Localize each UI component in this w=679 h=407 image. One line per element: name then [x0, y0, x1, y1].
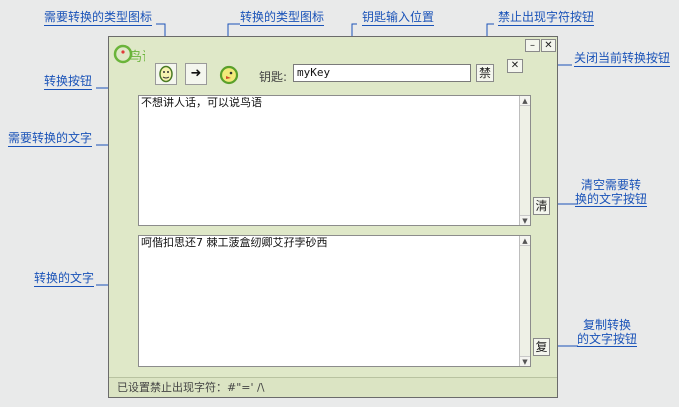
annotation-copy-line1: 复制转换: [582, 318, 631, 332]
annotation-key-input: 钥匙输入位置: [362, 10, 435, 26]
output-text: 呵偕扣思还7 棘工菠盒纫卿艾孖孛砂西: [141, 237, 328, 249]
app-window: 鸟语 – ✕ ➜ 钥匙: myKey 禁 ✕ 不想讲人话，可以说鸟语 ▲ ▼ 清: [108, 36, 558, 398]
scroll-up-icon[interactable]: ▲: [520, 96, 530, 106]
app-logo: 鸟语: [113, 43, 155, 65]
scroll-down-icon[interactable]: ▼: [520, 356, 530, 366]
source-type-button[interactable]: [155, 63, 177, 85]
annotation-target-type-icon: 转换的类型图标: [240, 10, 325, 26]
logo-text: 鸟语: [129, 49, 145, 65]
target-type-button[interactable]: [217, 63, 239, 85]
scroll-up-icon[interactable]: ▲: [520, 236, 530, 246]
source-textarea[interactable]: 不想讲人话，可以说鸟语 ▲ ▼: [138, 95, 531, 226]
key-label: 钥匙:: [259, 70, 288, 84]
copy-button[interactable]: 复: [533, 338, 550, 356]
output-scrollbar[interactable]: ▲ ▼: [519, 236, 530, 366]
minimize-button[interactable]: –: [525, 39, 540, 52]
bird-icon: [219, 65, 239, 85]
annotation-close-conversion-button: 关闭当前转换按钮: [574, 51, 671, 67]
annotation-copy-button: 复制转换 的文字按钮: [572, 318, 642, 347]
source-text: 不想讲人话，可以说鸟语: [141, 97, 262, 109]
annotation-source-type-icon: 需要转换的类型图标: [44, 10, 153, 26]
source-scrollbar[interactable]: ▲ ▼: [519, 96, 530, 225]
annotation-ban-chars-button: 禁止出现字符按钮: [498, 10, 595, 26]
annotation-clear-line2: 换的文字按钮: [574, 192, 647, 207]
scroll-down-icon[interactable]: ▼: [520, 215, 530, 225]
window-close-button[interactable]: ✕: [541, 39, 556, 52]
ban-chars-button[interactable]: 禁: [476, 64, 494, 82]
face-icon: [159, 65, 173, 83]
annotation-copy-line2: 的文字按钮: [576, 332, 637, 347]
output-textarea[interactable]: 呵偕扣思还7 棘工菠盒纫卿艾孖孛砂西 ▲ ▼: [138, 235, 531, 367]
annotation-converted-text: 转换的文字: [34, 271, 95, 287]
convert-button[interactable]: ➜: [185, 63, 207, 85]
status-bar: 已设置禁止出现字符：#"=' /\: [109, 377, 557, 397]
bird-logo-icon: 鸟语: [113, 44, 155, 65]
annotation-clear-line1: 清空需要转: [580, 178, 641, 192]
clear-button[interactable]: 清: [533, 197, 550, 215]
annotation-convert-button: 转换按钮: [44, 74, 93, 90]
key-input[interactable]: myKey: [293, 64, 471, 82]
close-conversion-button[interactable]: ✕: [507, 59, 523, 73]
arrow-right-icon: ➜: [190, 66, 202, 81]
annotation-clear-button: 清空需要转 换的文字按钮: [572, 178, 650, 207]
annotation-source-text: 需要转换的文字: [8, 131, 93, 147]
